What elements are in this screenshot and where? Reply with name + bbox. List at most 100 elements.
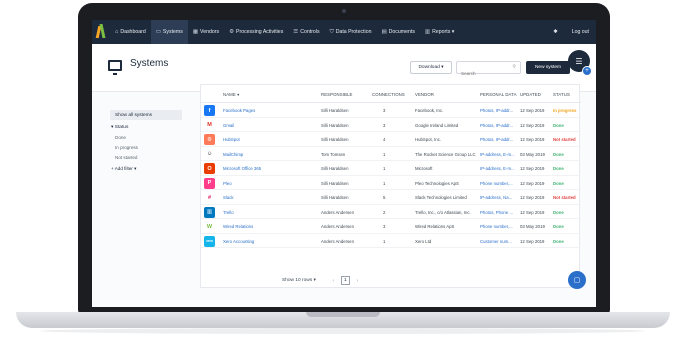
cell-personal-data: Photos, Phone ...	[480, 209, 513, 215]
cell-personal-data: IP-address, E-m...	[480, 166, 515, 171]
table-row[interactable]: xero Xero Accounting Anders Andersen 1 Xero …	[201, 234, 581, 248]
column-header-name[interactable]: NAME ▾	[223, 92, 239, 98]
cell-name[interactable]: MailChimp	[223, 152, 243, 157]
cell-name[interactable]: Slack	[223, 195, 234, 200]
app-screen: ⌂ Dashboard ▭ Systems ▦ Vendors ⚙ Processing…	[92, 20, 596, 307]
cell-status: Done	[553, 209, 564, 215]
column-header-vendor[interactable]: VENDOR	[415, 92, 434, 97]
cell-responsible: Silli Haraldsen	[321, 195, 349, 200]
table-row[interactable]: O Microsoft Office 365 Silli Haraldsen 1 Mic…	[201, 161, 581, 176]
cell-vendor: Trello, Inc., c/o Atlassian, Inc.	[415, 209, 471, 215]
cell-status: Done	[553, 122, 564, 128]
nav-label: Dashboard	[120, 29, 146, 35]
chat-button[interactable]: ▢	[568, 271, 586, 289]
nav-data-protection[interactable]: ⛉ Data Protection	[325, 20, 377, 44]
cell-name[interactable]: Facebook Pages	[223, 108, 255, 113]
add-fab-button[interactable]: +	[582, 66, 592, 76]
show-all-systems-button[interactable]: Show all systems	[110, 110, 182, 120]
systems-table: NAME ▾ RESPONSIBLE CONNECTIONS VENDOR PE…	[200, 84, 581, 288]
office365-logo: O	[204, 163, 215, 174]
cell-name[interactable]: Xero Accounting	[223, 239, 254, 244]
cell-responsible: Tom Tomsen	[321, 151, 346, 157]
logout-link[interactable]: Log out	[565, 20, 596, 44]
nav-label: Data Protection	[335, 29, 372, 35]
gmail-logo: M	[204, 119, 215, 131]
cell-responsible: Silli Haraldsen	[321, 166, 349, 171]
data-protection-icon: ⛉	[329, 28, 334, 35]
cell-status: Done	[553, 166, 564, 171]
current-page[interactable]: 1	[340, 276, 350, 285]
cell-status: Done	[553, 151, 564, 157]
nav-processing-activities[interactable]: ⚙ Processing Activities	[224, 20, 288, 44]
column-header-status[interactable]: STATUS	[553, 92, 570, 97]
download-button[interactable]: Download ▾	[410, 61, 452, 74]
cell-personal-data: Phone number,...	[480, 224, 513, 229]
cell-updated: 12 Sep 2019	[520, 238, 545, 244]
nav-systems[interactable]: ▭ Systems	[150, 20, 188, 44]
rows-per-page-select[interactable]: Show 10 rows ▾	[282, 278, 316, 283]
monitor-icon	[108, 60, 122, 75]
table-row[interactable]: f Facebook Pages Silli Haraldsen 3 Facebook,…	[201, 103, 581, 118]
cell-updated: 12 Sep 2019	[520, 166, 545, 171]
cell-vendor: Facebook, Inc.	[415, 108, 444, 113]
cell-name[interactable]: Gmail	[223, 123, 234, 128]
prev-page-button[interactable]: ‹	[329, 276, 338, 285]
trello-logo: ▥	[204, 206, 215, 218]
table-row[interactable]: ☺ MailChimp Tom Tomsen 1 The Rocket Science …	[201, 147, 581, 161]
cell-personal-data: Photos, IP-addr...	[480, 108, 514, 113]
column-header-updated[interactable]: UPDATED	[520, 92, 541, 97]
new-system-button[interactable]: New system	[526, 61, 570, 74]
search-icon[interactable]: ⚲	[512, 64, 516, 70]
controls-icon: ☰	[293, 29, 299, 35]
cell-personal-data: Phone number,...	[480, 180, 513, 186]
app-logo[interactable]	[92, 20, 110, 44]
table-row[interactable]: ⚙ HubSpot Silli Haraldsen 4 HubSpot, Inc. Pho…	[201, 132, 581, 147]
xero-logo: xero	[204, 235, 215, 247]
nav-controls[interactable]: ☰ Controls	[288, 20, 324, 44]
next-page-button[interactable]: ›	[353, 276, 362, 285]
nav-label: Documents	[388, 29, 415, 35]
filter-option-not-started[interactable]: Not started	[110, 155, 190, 160]
slack-logo: #	[204, 192, 215, 203]
cell-name[interactable]: Wired Relations	[223, 224, 253, 229]
table-row[interactable]: P Pleo Silli Haraldsen 1 Pleo Technologies A…	[201, 176, 581, 190]
column-header-personal-data[interactable]: PERSONAL DATA	[480, 92, 517, 97]
table-row[interactable]: M Gmail Silli Haraldsen 3 Google Ireland Lim…	[201, 118, 581, 132]
column-header-connections[interactable]: CONNECTIONS	[372, 92, 405, 97]
nav-reports[interactable]: ▥ Reports ▾	[420, 20, 459, 44]
cell-personal-data: IP-address, E-m...	[480, 151, 515, 157]
cell-status: Done	[553, 238, 564, 244]
cell-name[interactable]: Trello	[223, 210, 234, 215]
laptop-frame: ⌂ Dashboard ▭ Systems ▦ Vendors ⚙ Processing…	[78, 3, 610, 314]
cell-updated: 03 May 2019	[520, 224, 545, 229]
cell-name[interactable]: Microsoft Office 365	[223, 166, 261, 171]
table-row[interactable]: # Slack Silli Haraldsen 5 Slack Technologies…	[201, 190, 581, 205]
cell-responsible: Silli Haraldsen	[321, 137, 349, 142]
cell-connections: 1	[383, 238, 386, 244]
nav-vendors[interactable]: ▦ Vendors	[188, 20, 224, 44]
cell-personal-data: Customer num...	[480, 238, 512, 244]
mailchimp-logo: ☺	[204, 148, 215, 160]
cell-connections: 4	[383, 137, 386, 142]
column-header-responsible[interactable]: RESPONSIBLE	[321, 92, 352, 97]
camera-icon	[342, 9, 346, 13]
nav-documents[interactable]: ▤ Documents	[376, 20, 419, 44]
dashboard-icon: ⌂	[115, 29, 119, 35]
filter-option-done[interactable]: Done	[110, 135, 190, 140]
add-filter-button[interactable]: + Add filter ▾	[110, 166, 190, 172]
cell-updated: 03 May 2019	[520, 151, 545, 157]
cell-name[interactable]: Pleo	[223, 181, 232, 186]
cell-name[interactable]: HubSpot	[223, 137, 240, 142]
cell-vendor: Microsoft	[415, 166, 433, 171]
nav-dashboard[interactable]: ⌂ Dashboard	[110, 20, 151, 44]
settings-icon[interactable]: ✱	[546, 20, 564, 44]
filter-option-in-progress[interactable]: In progress	[110, 145, 190, 150]
table-row[interactable]: W Wired Relations Anders Andersen 3 Wired Re…	[201, 219, 581, 234]
status-filter-toggle[interactable]: ▾ Status	[110, 125, 190, 130]
table-row[interactable]: ▥ Trello Anders Andersen 2 Trello, Inc., c/o…	[201, 205, 581, 219]
search-input[interactable]	[457, 68, 509, 79]
cell-vendor: Xero Ltd	[415, 238, 432, 244]
cell-responsible: Silli Haraldsen	[321, 122, 349, 128]
cell-updated: 12 Sep 2019	[520, 108, 545, 113]
cell-responsible: Silli Haraldsen	[321, 180, 349, 186]
